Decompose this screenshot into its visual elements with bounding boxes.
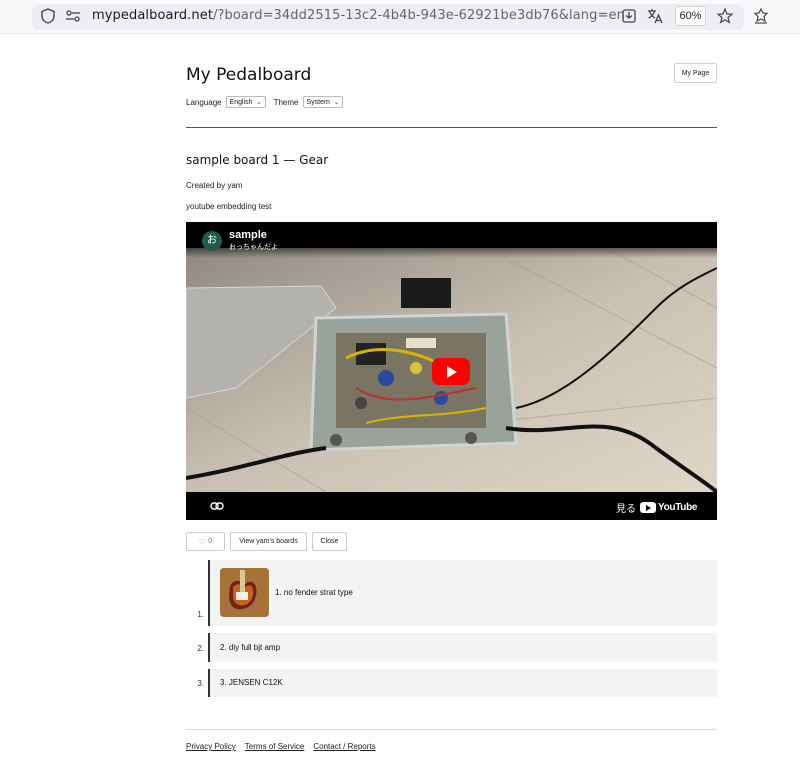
url-host: mypedalboard.net bbox=[92, 8, 214, 23]
privacy-policy-link[interactable]: Privacy Policy bbox=[186, 742, 236, 751]
play-icon[interactable] bbox=[432, 358, 470, 385]
gear-item-number: 2. bbox=[197, 644, 204, 653]
youtube-logo-icon bbox=[640, 502, 656, 513]
board-description: youtube embedding test bbox=[186, 202, 272, 211]
footer-divider bbox=[186, 729, 717, 730]
url-text[interactable]: mypedalboard.net/?board=34dd2515-13c2-4b… bbox=[92, 8, 625, 23]
channel-avatar[interactable]: お bbox=[202, 231, 222, 251]
like-count: 0 bbox=[208, 538, 213, 545]
gear-item[interactable]: 2. diy full bjt amp bbox=[208, 633, 717, 662]
chevron-down-icon: ⌄ bbox=[256, 99, 262, 106]
gear-item[interactable]: 1. no fender strat type bbox=[208, 560, 717, 626]
video-title[interactable]: sample bbox=[229, 229, 267, 241]
site-permissions-icon[interactable] bbox=[64, 7, 84, 27]
heart-icon: ♡ bbox=[198, 538, 206, 546]
settings-row: Language English ⌄ Theme System ⌄ bbox=[186, 95, 351, 109]
close-button[interactable]: Close bbox=[312, 532, 347, 551]
translate-icon[interactable] bbox=[646, 7, 666, 27]
copy-link-icon[interactable] bbox=[210, 500, 224, 512]
chevron-down-icon: ⌄ bbox=[333, 99, 339, 106]
video-title-bar: お sample おっちゃんだよ bbox=[186, 222, 717, 258]
gear-item-label: 3. JENSEN C12K bbox=[220, 678, 283, 687]
board-title: sample board 1 — Gear bbox=[186, 153, 329, 167]
youtube-embed[interactable]: お sample おっちゃんだよ 見る YouTube bbox=[186, 222, 717, 520]
view-user-boards-button[interactable]: View yam's boards bbox=[230, 532, 307, 551]
shield-icon[interactable] bbox=[39, 7, 59, 27]
youtube-wordmark: YouTube bbox=[658, 502, 698, 513]
site-title: My Pedalboard bbox=[186, 65, 312, 85]
browser-toolbar: mypedalboard.net/?board=34dd2515-13c2-4b… bbox=[0, 0, 800, 34]
gear-item-label: 1. no fender strat type bbox=[275, 588, 353, 597]
footer-links: Privacy Policy Terms of Service Contact … bbox=[186, 742, 385, 751]
theme-select[interactable]: System ⌄ bbox=[302, 96, 343, 108]
terms-of-service-link[interactable]: Terms of Service bbox=[245, 742, 305, 751]
gear-item-number: 1. bbox=[197, 610, 204, 619]
channel-name[interactable]: おっちゃんだよ bbox=[229, 242, 278, 252]
like-button[interactable]: ♡ 0 bbox=[186, 532, 225, 551]
header-divider bbox=[186, 127, 717, 128]
gear-item-number: 3. bbox=[197, 679, 204, 688]
zoom-level-badge[interactable]: 60% bbox=[675, 6, 706, 26]
video-bottom-bar: 見る YouTube bbox=[186, 492, 717, 520]
language-value: English bbox=[229, 98, 253, 106]
bookmark-star-icon[interactable] bbox=[716, 7, 736, 27]
download-page-icon[interactable] bbox=[620, 7, 640, 27]
gear-item[interactable]: 3. JENSEN C12K bbox=[208, 669, 717, 697]
gear-thumbnail[interactable] bbox=[220, 568, 269, 617]
watch-on-label: 見る bbox=[616, 504, 636, 515]
gear-item-label: 2. diy full bjt amp bbox=[220, 643, 281, 652]
contact-reports-link[interactable]: Contact / Reports bbox=[313, 742, 375, 751]
extensions-icon[interactable] bbox=[752, 7, 772, 27]
created-by: Created by yam bbox=[186, 181, 243, 190]
url-path: /?board=34dd2515-13c2-4b4b-943e-62921be3… bbox=[213, 8, 625, 23]
watch-on-youtube-link[interactable]: 見る YouTube bbox=[616, 500, 698, 515]
language-label: Language bbox=[186, 97, 222, 107]
language-select[interactable]: English ⌄ bbox=[225, 96, 266, 108]
theme-label: Theme bbox=[273, 97, 299, 107]
theme-value: System bbox=[306, 98, 330, 106]
my-page-button[interactable]: My Page bbox=[674, 63, 717, 83]
